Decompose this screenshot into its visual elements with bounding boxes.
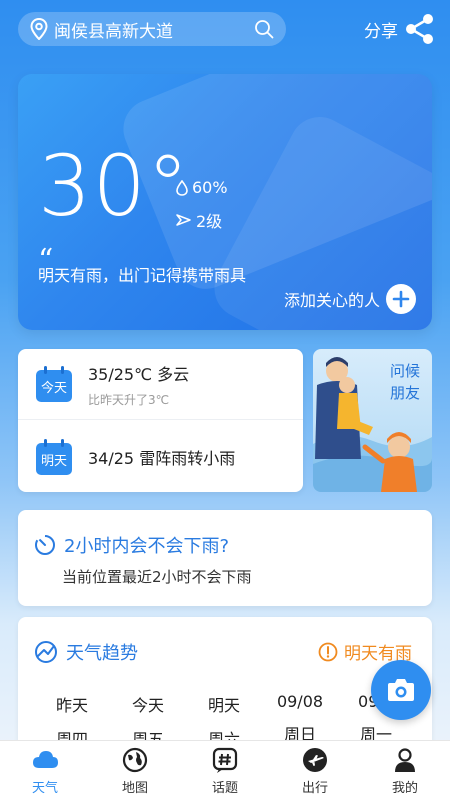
- wind-direction-icon: [176, 214, 191, 226]
- calendar-tomorrow-text: 明天: [41, 454, 67, 469]
- location-pin-icon: [30, 18, 48, 40]
- share-icon: [406, 14, 433, 44]
- nav-item-weather[interactable]: 天气: [0, 741, 90, 800]
- plus-icon: [386, 284, 416, 314]
- globe-icon: [122, 747, 148, 773]
- timer-icon: [35, 534, 55, 555]
- nav-item-map[interactable]: 地图: [90, 741, 180, 800]
- share-label: 分享: [364, 21, 398, 42]
- humidity-value: 60%: [192, 178, 228, 197]
- alert-icon: [318, 642, 338, 661]
- nav-label: 话题: [211, 781, 238, 796]
- nav-item-travel[interactable]: 出行: [270, 741, 360, 800]
- location-search-bar[interactable]: 闽侯县高新大道: [18, 12, 286, 46]
- rain-forecast-card[interactable]: 2小时内会不会下雨? 当前位置最近2小时不会下雨: [18, 510, 432, 606]
- wind: 2级: [176, 208, 222, 232]
- water-drop-icon: [176, 179, 188, 196]
- greet-friends-title: 问候 朋友: [390, 361, 420, 403]
- humidity: 60%: [176, 178, 228, 197]
- nav-label: 天气: [31, 781, 58, 796]
- forecast-today-main: 35/25℃ 多云: [88, 364, 190, 384]
- share-button[interactable]: 分享: [364, 10, 434, 48]
- trend-title: 天气趋势: [34, 639, 138, 665]
- greet-line2: 朋友: [389, 384, 420, 402]
- daily-forecast-card[interactable]: 今天 35/25℃ 多云 比昨天升了3℃ 明天 34/25 雷阵雨转小雨: [18, 349, 303, 492]
- greet-line1: 问候: [389, 362, 420, 380]
- camera-button[interactable]: [371, 660, 431, 720]
- hashtag-icon: [212, 747, 238, 773]
- wind-level-value: 2级: [196, 212, 223, 231]
- trend-day-label: 昨天: [55, 696, 88, 715]
- weather-tip: 明天有雨，出门记得携带雨具: [38, 266, 247, 285]
- rain-subtitle: 当前位置最近2小时不会下雨: [62, 568, 252, 586]
- calendar-today-icon: 今天: [36, 366, 72, 402]
- trend-day-label: 09/08: [276, 692, 324, 711]
- trend-globe-icon: [35, 641, 57, 663]
- trend-day-label: 今天: [131, 696, 164, 715]
- camera-icon: [388, 679, 414, 701]
- weather-trend-card[interactable]: 天气趋势 明天有雨 昨天 周四 今天 周五 明天 周六 09/08 周日 09/…: [18, 617, 432, 757]
- nav-item-topics[interactable]: 话题: [180, 741, 270, 800]
- person-icon: [395, 748, 415, 772]
- forecast-row-today[interactable]: 今天 35/25℃ 多云 比昨天升了3℃: [18, 349, 303, 420]
- rain-title: 2小时内会不会下雨?: [34, 532, 229, 558]
- bottom-navigation: 天气 地图 话题 出行 我的: [0, 740, 450, 800]
- cloud-icon: [33, 751, 58, 768]
- rain-title-text: 2小时内会不会下雨?: [64, 536, 230, 557]
- calendar-tomorrow-icon: 明天: [36, 438, 72, 475]
- forecast-tomorrow-main: 34/25 雷阵雨转小雨: [88, 448, 236, 468]
- current-weather-card[interactable]: 30° 60% 2级 “ 明天有雨，出门记得携带雨具 添加关心的人: [18, 74, 432, 330]
- temperature-value: 30°: [38, 137, 190, 235]
- forecast-today-sub: 比昨天升了3℃: [88, 392, 170, 407]
- nav-label: 地图: [121, 781, 148, 796]
- nav-label: 出行: [301, 781, 328, 796]
- trend-title-text: 天气趋势: [66, 643, 138, 664]
- plane-icon: [303, 748, 327, 772]
- location-name: 闽侯县高新大道: [54, 21, 173, 42]
- nav-item-profile[interactable]: 我的: [360, 741, 450, 800]
- nav-label: 我的: [391, 781, 418, 796]
- trend-day-label: 明天: [207, 696, 240, 715]
- add-care-person-button[interactable]: 添加关心的人: [284, 284, 416, 314]
- add-care-label: 添加关心的人: [283, 291, 380, 310]
- search-icon[interactable]: [254, 19, 274, 39]
- greet-friends-card[interactable]: 问候 朋友: [313, 349, 432, 492]
- calendar-today-text: 今天: [41, 380, 67, 396]
- forecast-row-tomorrow[interactable]: 明天 34/25 雷阵雨转小雨: [18, 421, 303, 492]
